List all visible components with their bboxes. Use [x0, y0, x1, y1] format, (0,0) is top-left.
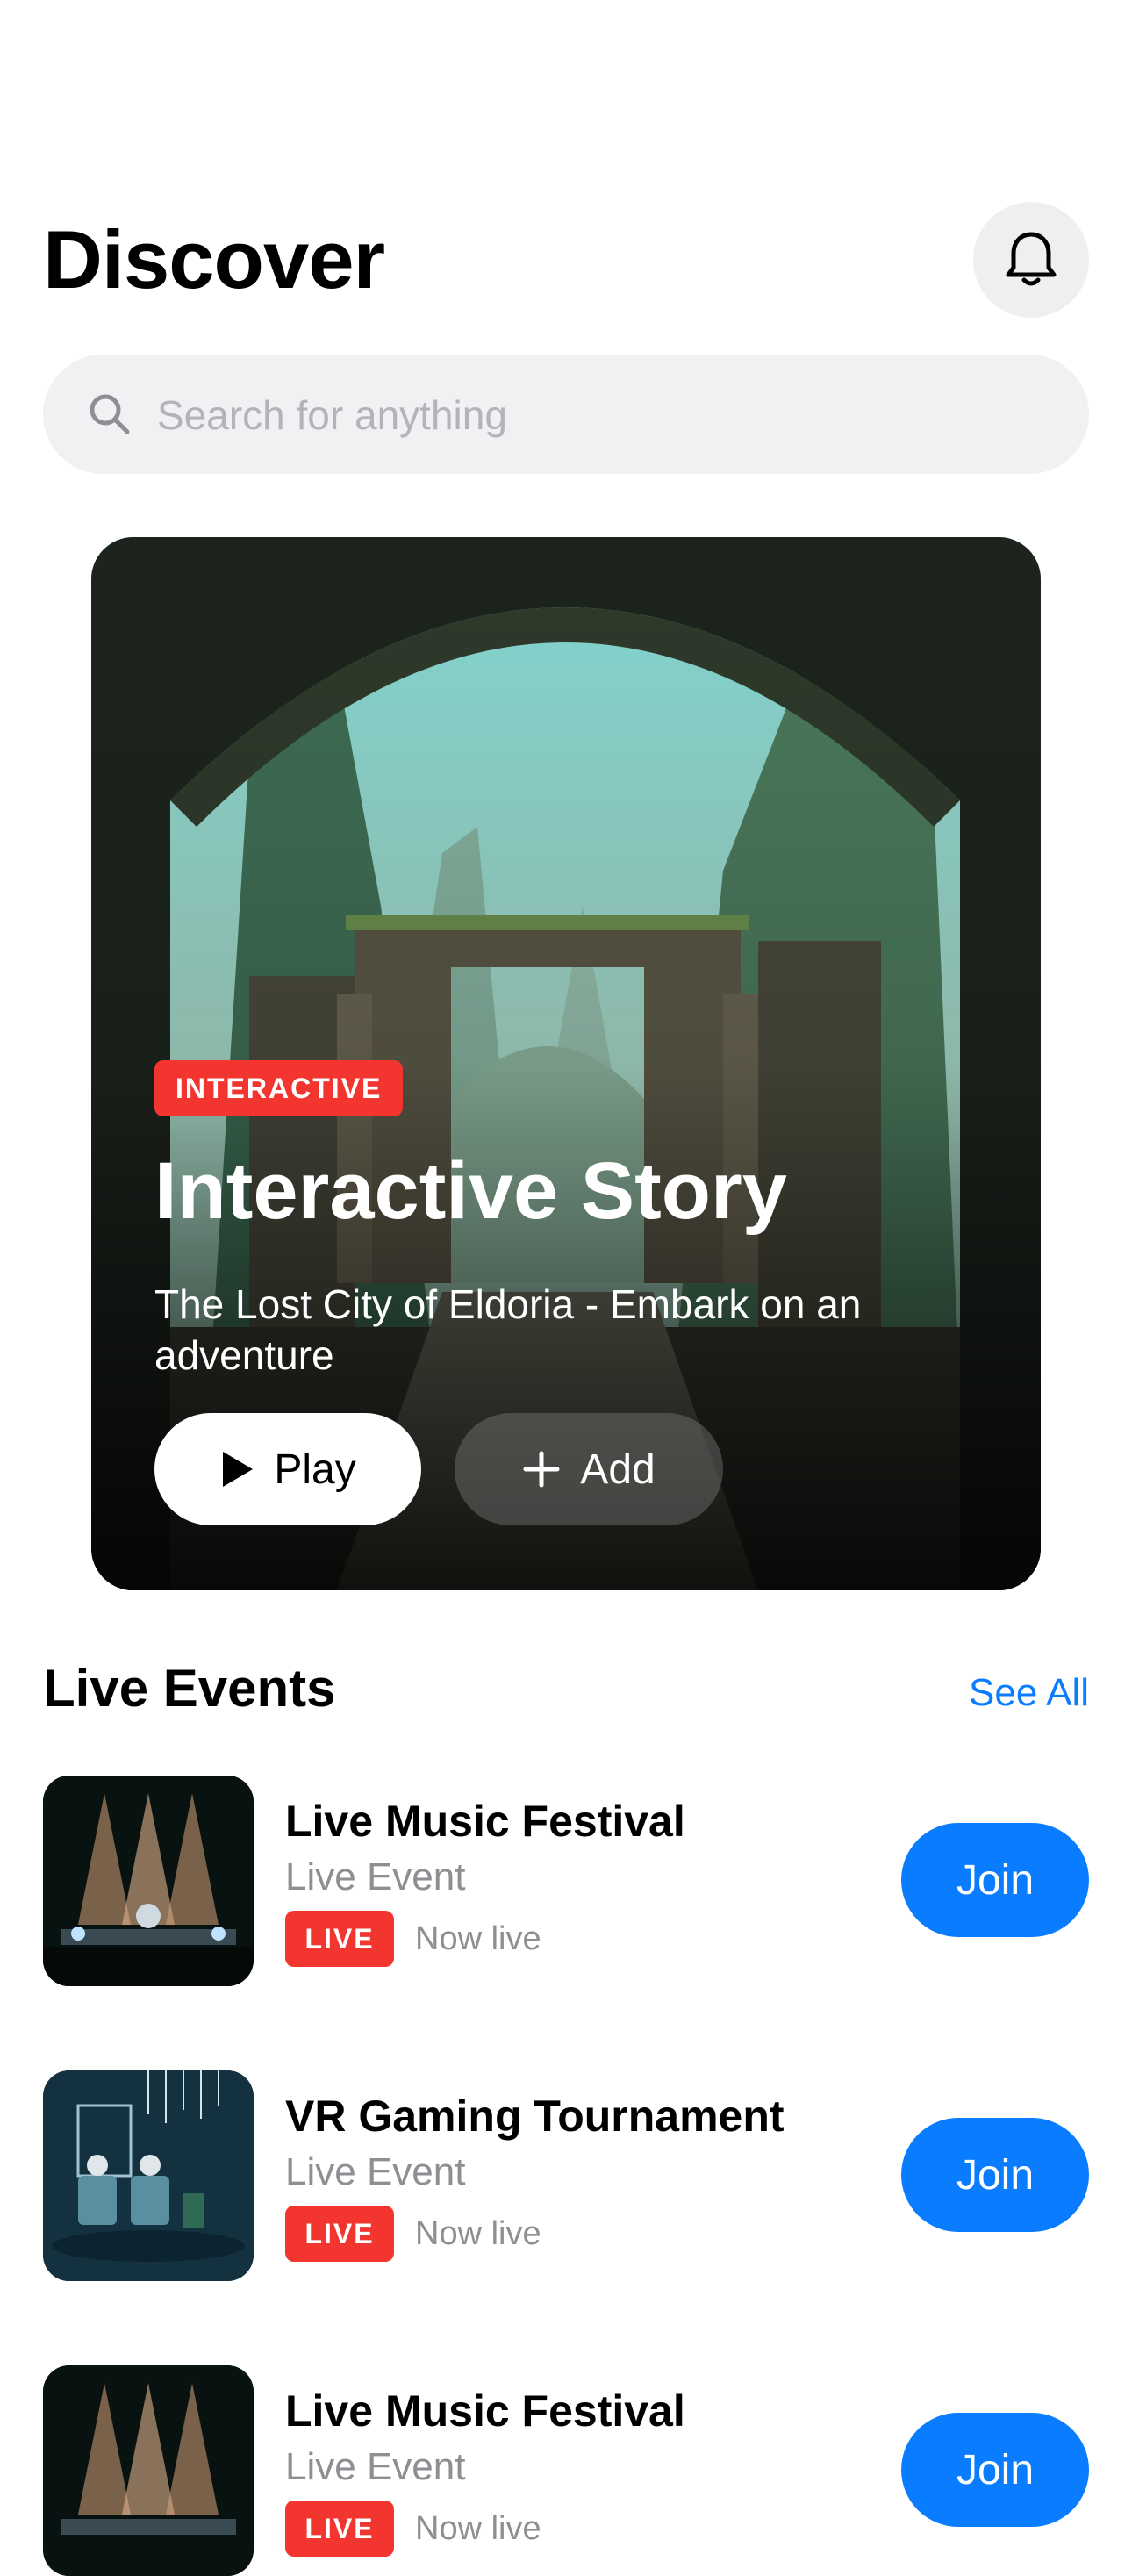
plus-icon: [523, 1451, 560, 1488]
live-badge: LIVE: [285, 2206, 394, 2262]
join-button[interactable]: Join: [901, 2413, 1089, 2527]
event-subtitle: Live Event: [285, 2150, 466, 2193]
event-thumbnail: [43, 1776, 254, 1986]
live-events-title: Live Events: [43, 1659, 336, 1718]
notifications-button[interactable]: [973, 202, 1089, 318]
play-icon: [223, 1452, 254, 1487]
search-icon: [90, 394, 130, 434]
featured-card[interactable]: INTERACTIVE Interactive Story The Lost C…: [91, 537, 1041, 1590]
event-thumbnail: [43, 2365, 254, 2576]
featured-subtitle: The Lost City of Eldoria - Embark on an …: [154, 1281, 862, 1378]
event-subtitle: Live Event: [285, 2445, 466, 2488]
list-item[interactable]: VR Gaming Tournament Live Event LIVE Now…: [43, 2070, 1089, 2281]
see-all-link[interactable]: See All: [969, 1671, 1089, 1715]
search-input[interactable]: [155, 355, 1036, 476]
event-status: Now live: [415, 1920, 541, 1957]
play-button-label: Play: [274, 1446, 356, 1493]
featured-title: Interactive Story: [154, 1146, 787, 1236]
event-thumbnail: [43, 2070, 254, 2281]
event-status: Now live: [415, 2510, 541, 2547]
join-button[interactable]: Join: [901, 1823, 1089, 1937]
live-badge: LIVE: [285, 2501, 394, 2557]
add-button[interactable]: Add: [455, 1413, 723, 1525]
event-status: Now live: [415, 2215, 541, 2252]
bell-icon: [1006, 232, 1057, 286]
event-title: Live Music Festival: [285, 2386, 685, 2436]
add-button-label: Add: [580, 1446, 656, 1493]
event-subtitle: Live Event: [285, 1855, 466, 1898]
page-title: Discover: [43, 213, 385, 305]
join-button[interactable]: Join: [901, 2118, 1089, 2232]
list-item[interactable]: Live Music Festival Live Event LIVE Now …: [43, 2365, 1089, 2576]
search-bar[interactable]: [43, 355, 1089, 476]
play-button[interactable]: Play: [154, 1413, 421, 1525]
list-item[interactable]: Live Music Festival Live Event LIVE Now …: [43, 1776, 1089, 1986]
event-title: VR Gaming Tournament: [285, 2092, 785, 2141]
header: Discover: [43, 202, 1089, 325]
event-title: Live Music Festival: [285, 1797, 685, 1846]
featured-badge: INTERACTIVE: [154, 1060, 404, 1116]
live-badge: LIVE: [285, 1911, 394, 1967]
